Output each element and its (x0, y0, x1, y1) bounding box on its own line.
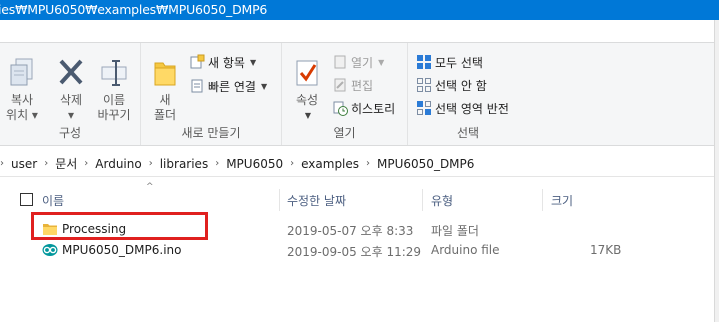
history-clock-icon (333, 101, 348, 116)
window-title: ies₩MPU6050₩examples₩MPU6050_DMP6 (0, 2, 268, 17)
copy-to-label-2: 위치 ▾ (6, 108, 38, 122)
column-header-type[interactable]: 유형 (431, 189, 453, 211)
select-all-button[interactable]: 모두 선택 (416, 53, 483, 71)
edit-icon (334, 78, 346, 92)
open-group-label: 열기 (333, 126, 356, 140)
breadcrumb-chevron-icon[interactable]: › (215, 158, 219, 169)
organize-group-label: 구성 (58, 126, 82, 140)
new-item-icon (190, 54, 205, 69)
breadcrumb-chevron-icon[interactable]: › (44, 158, 48, 169)
file-date: 2019-05-07 오후 8:33 (287, 224, 414, 238)
breadcrumb-chevron-icon[interactable]: › (84, 158, 88, 169)
breadcrumb-item-user[interactable]: user (11, 157, 37, 171)
easy-access-icon (191, 79, 203, 93)
breadcrumb[interactable]: › user › 문서 › Arduino › libraries › MPU6… (0, 151, 719, 177)
open-button[interactable]: 열기 ▼ (332, 53, 384, 71)
breadcrumb-chevron-icon[interactable]: › (290, 158, 294, 169)
invert-selection-label: 선택 영역 반전 (435, 101, 509, 116)
open-chevron-down-icon: ▼ (378, 57, 385, 67)
ribbon-group-select: 모두 선택 선택 안 함 선택 영역 반전 선택 (408, 43, 528, 145)
select-all-label: 모두 선택 (435, 55, 483, 70)
ribbon-group-new: 새 폴더 새 항목 ▼ 빠른 연결 ▼ 새로 만들기 (141, 43, 282, 145)
ribbon-group-open: 속성 ▼ 열기 ▼ 편집 히스토리 열기 (282, 43, 408, 145)
title-bar: ies₩MPU6050₩examples₩MPU6050_DMP6 (0, 0, 719, 20)
breadcrumb-item-mpu6050[interactable]: MPU6050 (226, 157, 283, 171)
select-none-button[interactable]: 선택 안 함 (416, 76, 487, 94)
new-group-label: 새로 만들기 (181, 126, 241, 140)
select-group-label: 선택 (456, 126, 480, 140)
rename-label-2: 바꾸기 (97, 108, 131, 122)
select-all-icon (417, 55, 431, 69)
select-none-icon (417, 78, 431, 92)
breadcrumb-chevron-icon: › (0, 158, 4, 169)
new-folder-icon (154, 62, 176, 86)
breadcrumb-item-libraries[interactable]: libraries (160, 157, 208, 171)
ribbon-group-organize: 복사 위치 ▾ 삭제 ▾ 이름 바꾸기 구성 (0, 43, 141, 145)
properties-label: 속성 (295, 93, 319, 107)
breadcrumb-chevron-icon[interactable]: › (149, 158, 153, 169)
select-none-label: 선택 안 함 (435, 78, 487, 93)
breadcrumb-chevron-icon[interactable]: › (366, 158, 370, 169)
easy-access-chevron-down-icon: ▼ (260, 81, 268, 91)
properties-chevron-down-icon: ▼ (304, 111, 312, 120)
invert-selection-button[interactable]: 선택 영역 반전 (416, 99, 509, 117)
file-type: Arduino file (431, 243, 500, 257)
column-divider[interactable] (279, 189, 280, 211)
new-folder-button[interactable]: 새 폴더 (147, 57, 183, 123)
open-label: 열기 (351, 55, 374, 70)
copy-to-icon (10, 58, 33, 86)
delete-label-1: 삭제 (59, 93, 83, 107)
breadcrumb-item-mpu6050-dmp6[interactable]: MPU6050_DMP6 (377, 157, 474, 171)
highlight-annotation-box (31, 212, 208, 240)
select-all-checkbox[interactable] (20, 193, 33, 206)
copy-to-button[interactable]: 복사 위치 ▾ (2, 57, 42, 123)
new-folder-label-2: 폴더 (153, 108, 177, 122)
rename-icon (101, 60, 127, 86)
delete-x-icon (59, 59, 83, 85)
ribbon: 복사 위치 ▾ 삭제 ▾ 이름 바꾸기 구성 새 폴더 새 항목 ▼ 빠른 연결… (0, 42, 719, 146)
rename-button[interactable]: 이름 바꾸기 (92, 57, 136, 123)
new-item-chevron-down-icon: ▼ (249, 57, 257, 67)
delete-button[interactable]: 삭제 ▾ (50, 57, 92, 123)
open-icon (334, 55, 346, 69)
breadcrumb-item-examples[interactable]: examples (301, 157, 359, 171)
file-row[interactable]: MPU6050_DMP6.ino 2019-09-05 오후 11:29 Ard… (0, 240, 719, 261)
breadcrumb-item-documents[interactable]: 문서 (55, 155, 77, 172)
edit-label: 편집 (351, 78, 374, 93)
edit-button[interactable]: 편집 (332, 76, 373, 94)
window-edge (714, 20, 719, 322)
column-header-name[interactable]: 이름 (42, 189, 64, 211)
history-label: 히스토리 (351, 101, 396, 116)
history-button[interactable]: 히스토리 (332, 99, 395, 117)
file-date: 2019-09-05 오후 11:29 (287, 245, 422, 259)
new-item-button[interactable]: 새 항목 ▼ (189, 53, 256, 71)
column-divider[interactable] (542, 189, 543, 211)
column-divider[interactable] (422, 189, 423, 211)
easy-access-button[interactable]: 빠른 연결 ▼ (189, 77, 267, 95)
copy-to-label-1: 복사 (10, 93, 34, 107)
file-name: MPU6050_DMP6.ino (62, 243, 182, 257)
sort-ascending-icon: ^ (146, 182, 154, 192)
column-header-date[interactable]: 수정한 날짜 (287, 189, 346, 211)
arduino-icon (42, 244, 58, 256)
new-item-label: 새 항목 (208, 55, 245, 70)
invert-selection-icon (417, 101, 431, 115)
delete-label-2: ▾ (67, 108, 75, 122)
properties-button[interactable]: 속성 ▼ (288, 57, 326, 123)
easy-access-label: 빠른 연결 (208, 79, 256, 94)
properties-checkmark-icon (296, 60, 318, 86)
column-header-size[interactable]: 크기 (551, 189, 573, 211)
new-folder-label-1: 새 (159, 93, 171, 107)
rename-label-1: 이름 (102, 93, 126, 107)
file-type: 파일 폴더 (431, 224, 479, 238)
file-size: 17KB (590, 243, 622, 257)
breadcrumb-item-arduino[interactable]: Arduino (95, 157, 141, 171)
